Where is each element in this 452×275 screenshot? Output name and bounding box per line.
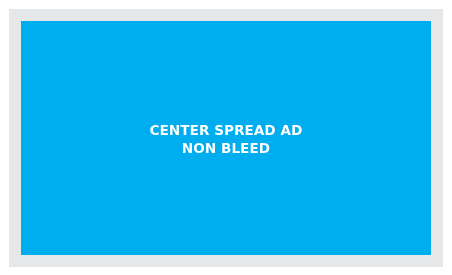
ad-label-line-2: NON BLEED [181,141,271,157]
ad-placeholder-label: CENTER SPREAD AD NON BLEED [150,122,303,158]
ad-frame: CENTER SPREAD AD NON BLEED [9,9,443,267]
ad-placeholder-panel: CENTER SPREAD AD NON BLEED [21,21,431,255]
ad-label-line-1: CENTER SPREAD AD [149,123,303,139]
